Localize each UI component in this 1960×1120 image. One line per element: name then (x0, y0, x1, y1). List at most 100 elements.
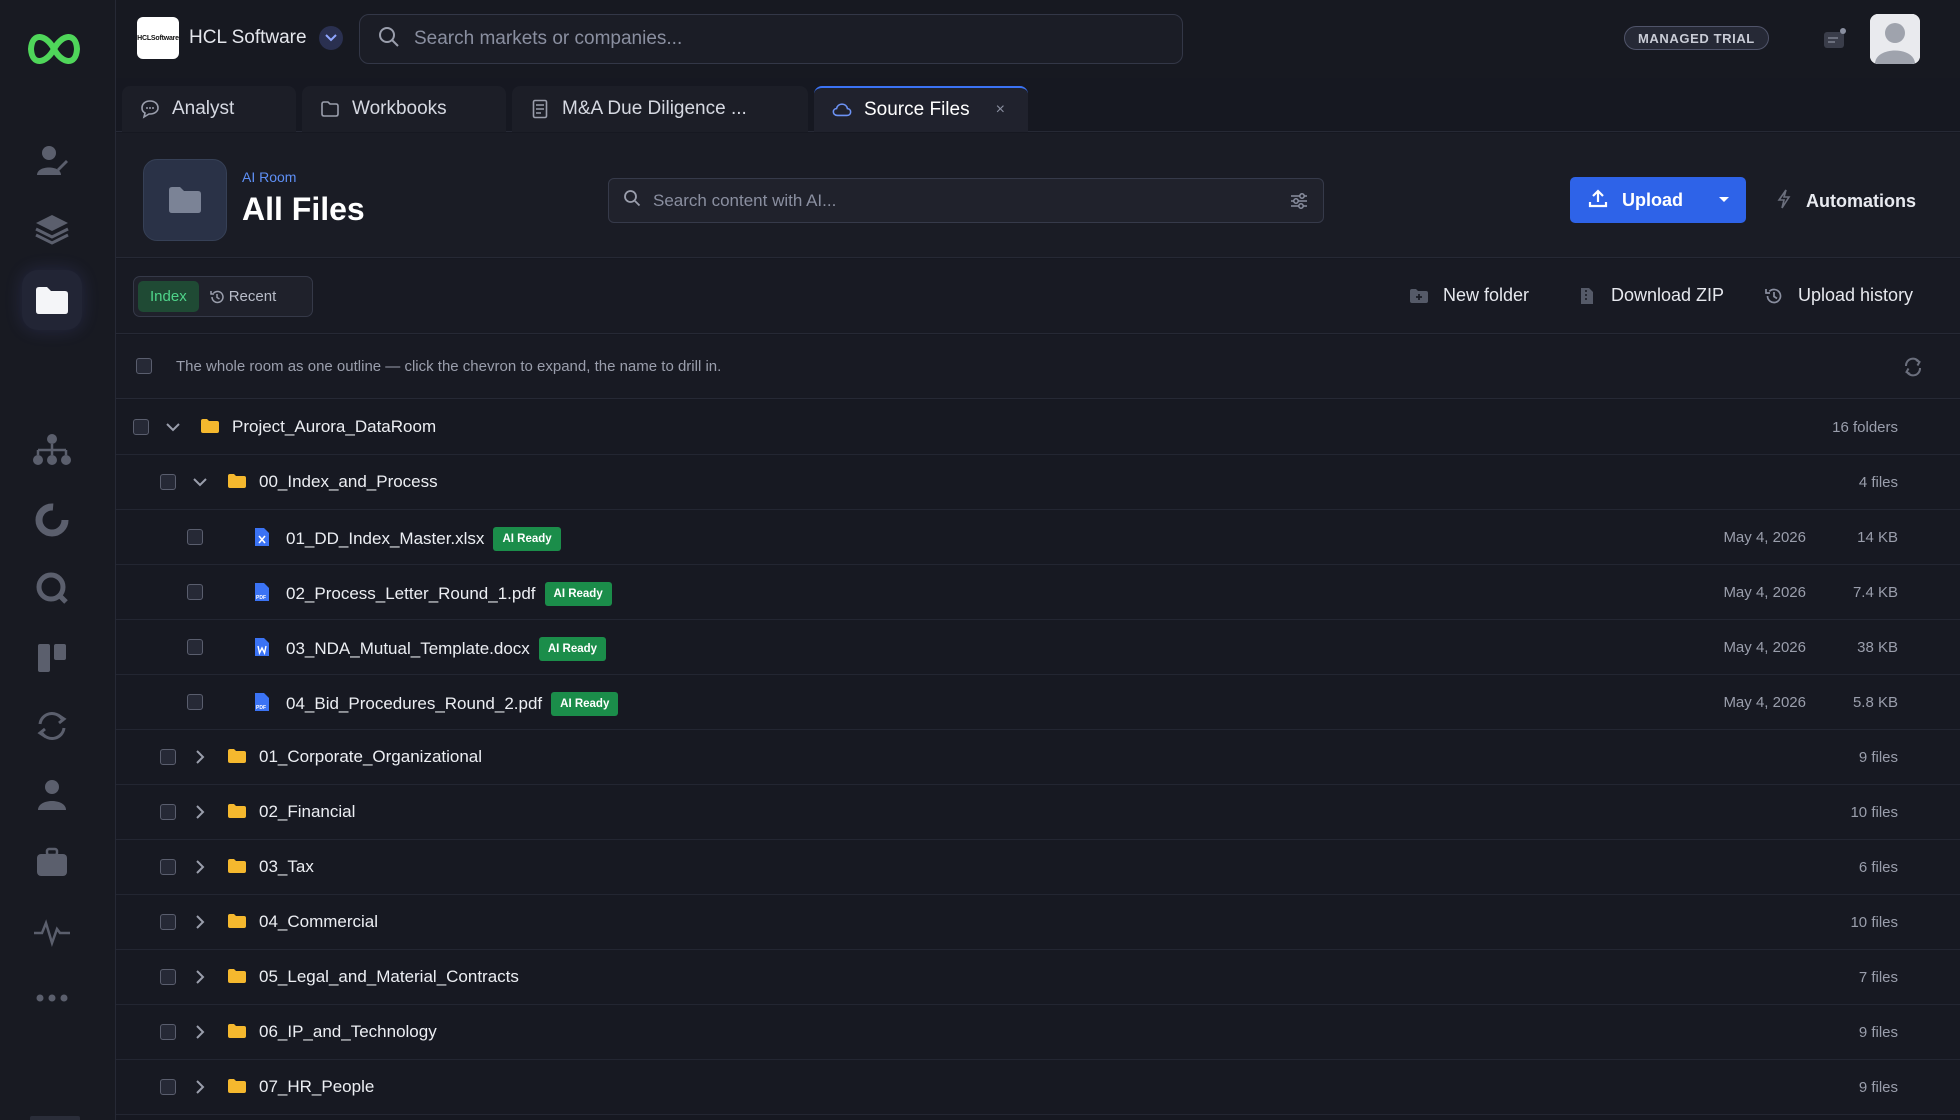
folder-name[interactable]: 01_Corporate_Organizational (259, 747, 482, 767)
row-checkbox[interactable] (160, 859, 176, 875)
ai-search-input[interactable] (653, 190, 1253, 211)
tree-row-folder[interactable]: 02_Financial 10 files (116, 785, 1960, 840)
tree-row-file[interactable]: 03_NDA_Mutual_Template.docx AI Ready May… (116, 620, 1960, 675)
ai-content-search[interactable] (608, 178, 1324, 223)
chat-bubble-icon (140, 99, 160, 119)
more-dots-icon[interactable] (30, 976, 74, 1020)
folder-name[interactable]: 02_Financial (259, 802, 355, 822)
search-icon (378, 26, 400, 53)
folder-name[interactable]: 07_HR_People (259, 1077, 374, 1097)
chevron-down-icon[interactable] (162, 416, 184, 438)
row-checkbox[interactable] (187, 694, 203, 710)
new-folder-button[interactable]: New folder (1409, 285, 1529, 306)
chevron-down-icon[interactable] (189, 471, 211, 493)
org-chart-icon[interactable] (30, 428, 74, 472)
row-checkbox[interactable] (160, 1079, 176, 1095)
breadcrumb[interactable]: AI Room (242, 169, 296, 185)
select-all-checkbox[interactable] (136, 358, 152, 374)
folder-name[interactable]: 00_Index_and_Process (259, 472, 438, 492)
chevron-right-icon[interactable] (189, 1076, 211, 1098)
folder-name[interactable]: 03_Tax (259, 857, 314, 877)
sync-icon[interactable] (30, 704, 74, 748)
tree-row-file[interactable]: PDF 02_Process_Letter_Round_1.pdf AI Rea… (116, 565, 1960, 620)
tree-row-root[interactable]: Project_Aurora_DataRoom 16 folders (116, 400, 1960, 455)
file-name-text: 02_Process_Letter_Round_1.pdf (286, 584, 536, 603)
row-checkbox[interactable] (187, 639, 203, 655)
folder-name[interactable]: 04_Commercial (259, 912, 378, 932)
chevron-right-icon[interactable] (189, 801, 211, 823)
tree-row-folder[interactable]: 03_Tax 6 files (116, 840, 1960, 895)
filter-sliders-icon[interactable] (1289, 191, 1309, 211)
ai-ready-badge: AI Ready (493, 527, 561, 551)
layers-icon[interactable] (30, 206, 74, 250)
pdf-file-icon: PDF (254, 692, 274, 712)
tree-row-folder[interactable]: 00_Index_and_Process 4 files (116, 455, 1960, 510)
file-name[interactable]: 03_NDA_Mutual_Template.docx AI Ready (286, 637, 607, 661)
new-folder-label: New folder (1443, 285, 1530, 305)
row-checkbox[interactable] (187, 529, 203, 545)
search-circle-icon[interactable] (30, 566, 74, 610)
row-checkbox[interactable] (187, 584, 203, 600)
row-checkbox[interactable] (160, 804, 176, 820)
app-logo-icon[interactable] (26, 26, 82, 72)
tree-row-file[interactable]: PDF 04_Bid_Procedures_Round_2.pdf AI Rea… (116, 675, 1960, 730)
chevron-right-icon[interactable] (189, 966, 211, 988)
folder-icon (227, 747, 247, 767)
chevron-right-icon[interactable] (189, 1021, 211, 1043)
chevron-right-icon[interactable] (189, 746, 211, 768)
activity-pulse-icon[interactable] (30, 910, 74, 954)
user-edit-icon[interactable] (30, 138, 74, 182)
chevron-right-icon[interactable] (189, 911, 211, 933)
tab-workbooks[interactable]: Workbooks (302, 86, 506, 132)
tree-row-folder[interactable]: 07_HR_People 9 files (116, 1060, 1960, 1115)
tab-ma-due-diligence[interactable]: M&A Due Diligence ... (512, 86, 808, 132)
user-avatar[interactable] (1870, 14, 1920, 64)
file-name[interactable]: 04_Bid_Procedures_Round_2.pdf AI Ready (286, 692, 619, 716)
notifications-icon[interactable] (1822, 26, 1848, 52)
kanban-board-icon[interactable] (30, 636, 74, 680)
recent-view-button[interactable]: Recent (209, 288, 276, 305)
upload-main[interactable]: Upload (1570, 177, 1702, 223)
tree-row-folder[interactable]: 06_IP_and_Technology 9 files (116, 1005, 1960, 1060)
file-count: 10 files (1850, 914, 1898, 931)
row-checkbox[interactable] (160, 1024, 176, 1040)
global-search[interactable] (359, 14, 1183, 64)
tree-row-file[interactable]: 01_DD_Index_Master.xlsx AI Ready May 4, … (116, 510, 1960, 565)
tab-label: Analyst (172, 98, 235, 119)
folder-icon (227, 912, 247, 932)
row-checkbox[interactable] (160, 969, 176, 985)
file-name[interactable]: 02_Process_Letter_Round_1.pdf AI Ready (286, 582, 612, 606)
tree-row-folder[interactable]: 04_Commercial 10 files (116, 895, 1960, 950)
workspace-switcher[interactable]: HCLSoftware HCL Software (137, 17, 343, 59)
upload-dropdown-caret-icon[interactable] (1702, 177, 1746, 223)
download-zip-button[interactable]: Download ZIP (1577, 285, 1724, 306)
tab-analyst[interactable]: Analyst (122, 86, 296, 132)
global-search-input[interactable] (414, 28, 1114, 50)
chevron-right-icon[interactable] (189, 856, 211, 878)
folder-name[interactable]: 05_Legal_and_Material_Contracts (259, 967, 519, 987)
file-name[interactable]: 01_DD_Index_Master.xlsx AI Ready (286, 527, 561, 551)
folder-name[interactable]: 06_IP_and_Technology (259, 1022, 437, 1042)
file-name-text: 03_NDA_Mutual_Template.docx (286, 639, 530, 658)
row-checkbox[interactable] (160, 749, 176, 765)
tree-row-folder[interactable]: 01_Corporate_Organizational 9 files (116, 730, 1960, 785)
pie-chart-icon[interactable] (30, 498, 74, 542)
briefcase-icon[interactable] (30, 840, 74, 884)
row-checkbox[interactable] (160, 474, 176, 490)
chevron-down-icon[interactable] (318, 26, 343, 50)
person-icon[interactable] (30, 772, 74, 816)
row-checkbox[interactable] (160, 914, 176, 930)
tab-source-files[interactable]: Source Files × (814, 86, 1028, 132)
row-checkbox[interactable] (133, 419, 149, 435)
upload-history-button[interactable]: Upload history (1764, 285, 1913, 306)
refresh-icon[interactable] (1902, 356, 1924, 378)
file-count: 4 files (1858, 474, 1898, 491)
index-view-button[interactable]: Index (138, 281, 199, 312)
close-icon[interactable]: × (996, 101, 1005, 119)
automations-button[interactable]: Automations (1776, 189, 1916, 214)
tree-row-folder[interactable]: 05_Legal_and_Material_Contracts 7 files (116, 950, 1960, 1005)
lightning-icon (1776, 189, 1792, 214)
upload-button[interactable]: Upload (1570, 177, 1746, 223)
files-folder-icon[interactable] (22, 270, 82, 330)
folder-name[interactable]: Project_Aurora_DataRoom (232, 417, 436, 437)
